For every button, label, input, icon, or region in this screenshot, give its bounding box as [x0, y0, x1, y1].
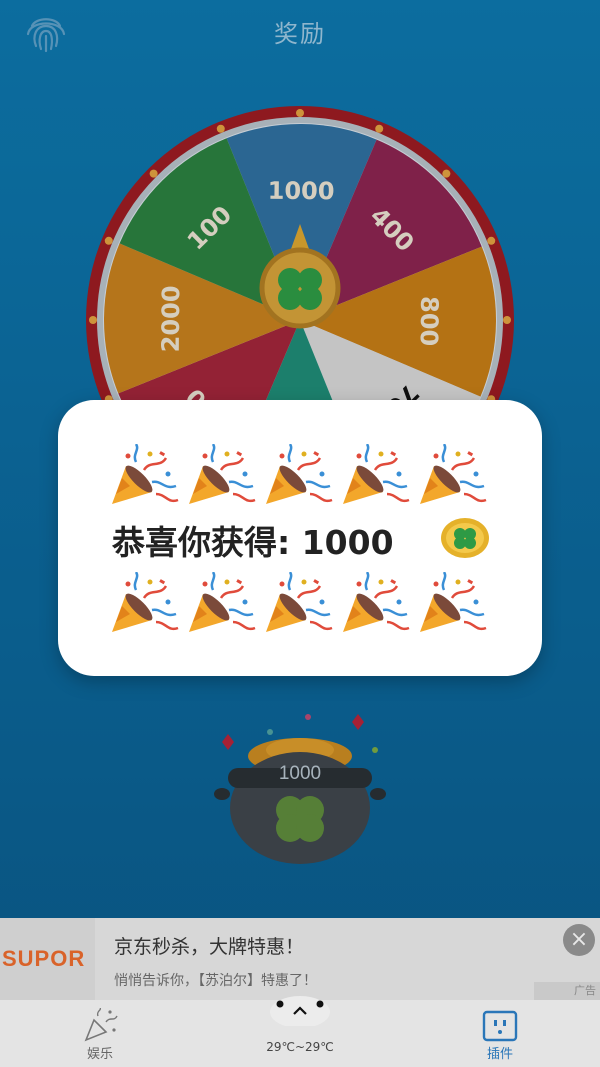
party-row-top — [110, 444, 490, 508]
plugin-icon — [482, 1010, 518, 1042]
party-popper-icon — [341, 572, 411, 634]
tab-label: 插件 — [486, 1047, 513, 1062]
party-popper-icon — [341, 444, 411, 506]
ad-title[interactable]: 京东秒杀，大牌特惠！ — [114, 932, 304, 959]
weather-face-icon[interactable] — [268, 986, 332, 1026]
party-popper-icon — [264, 444, 334, 506]
party-popper-icon — [187, 572, 257, 634]
ad-close-button[interactable]: × — [563, 924, 595, 956]
confetti-icon — [84, 1008, 118, 1042]
weather-temperature[interactable]: 29℃~29℃ — [240, 1040, 360, 1054]
ad-brand-text: SUPOR — [2, 946, 86, 971]
tab-entertainment[interactable]: 娱乐 — [60, 1000, 140, 1067]
reward-dialog[interactable]: 恭喜你获得: 1000 — [58, 400, 542, 676]
party-row-bottom — [110, 572, 490, 636]
party-popper-icon — [264, 572, 334, 634]
tab-label: 娱乐 — [86, 1047, 113, 1062]
tab-plugin[interactable]: 插件 — [460, 1000, 540, 1067]
congrats-text: 恭喜你获得: 1000 — [112, 523, 394, 562]
ad-tag: 广告 — [534, 982, 600, 1000]
party-popper-icon — [187, 444, 257, 506]
party-popper-icon — [418, 572, 488, 634]
party-popper-icon — [418, 444, 488, 506]
party-popper-icon — [110, 444, 180, 506]
party-popper-icon — [110, 572, 180, 634]
clover-coin-icon — [441, 518, 489, 558]
ad-brand-logo: SUPOR — [0, 918, 95, 1000]
